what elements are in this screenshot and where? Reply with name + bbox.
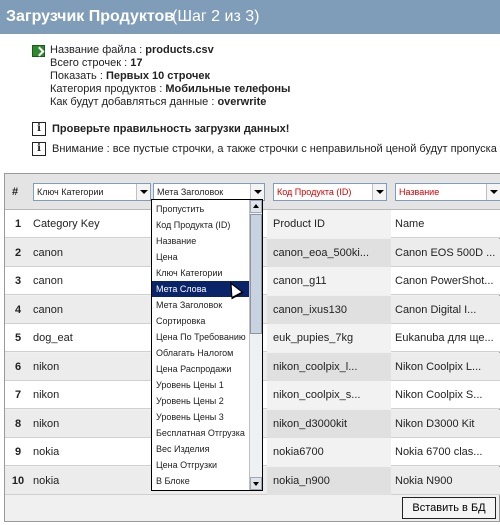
dropdown-option[interactable]: Цена Распродажи bbox=[152, 361, 250, 377]
scrollbar-thumb[interactable] bbox=[250, 214, 262, 334]
dropdown-option[interactable]: Бесплатная Отгрузка bbox=[152, 425, 250, 441]
category-key-cell: canon bbox=[33, 303, 63, 316]
dropdown-option[interactable]: Сортировка bbox=[152, 313, 250, 329]
product-name-cell: Nikon Coolpix L... bbox=[395, 360, 482, 373]
row-number: 1 bbox=[14, 218, 22, 230]
product-name-cell: Name bbox=[395, 218, 425, 230]
dropdown-option[interactable]: Облагать Налогом bbox=[152, 345, 250, 361]
insert-into-db-button[interactable]: Вставить в БД bbox=[402, 497, 496, 519]
category-value: Мобильные телефоны bbox=[165, 83, 291, 95]
product-id-cell: nikon_d3000kit bbox=[273, 417, 348, 430]
show-value: Первых 10 строчек bbox=[105, 70, 210, 82]
category-key-cell: nikon bbox=[33, 389, 60, 401]
product-id-cell: nokia6700 bbox=[273, 446, 324, 458]
column-select-1-value: Ключ Категории bbox=[37, 187, 104, 197]
column-select-4[interactable]: Название bbox=[395, 183, 500, 201]
product-id-cell: nikon_coolpix_l... bbox=[273, 360, 358, 373]
category-key-cell: nikon bbox=[33, 417, 60, 430]
category-key-cell: Category Key bbox=[33, 218, 100, 230]
category-row: Категория продуктов : Мобильные телефоны bbox=[50, 83, 290, 96]
filename-value: products.csv bbox=[145, 44, 214, 56]
warning-notice-text: Внимание : все пустые строчки, а также с… bbox=[52, 143, 497, 155]
category-key-cell: nikon bbox=[33, 360, 60, 373]
dropdown-option[interactable]: Цена По Требованию bbox=[152, 329, 250, 345]
product-name-cell: Canon Digital I... bbox=[395, 303, 477, 316]
dropdown-option[interactable]: В Блоке bbox=[152, 473, 250, 489]
product-id-cell: Product ID bbox=[273, 218, 325, 230]
product-name-cell: Canon EOS 500D ... bbox=[395, 246, 496, 259]
product-name-cell: Canon PowerShot... bbox=[395, 275, 494, 287]
total-rows-label: Всего строчек : bbox=[50, 57, 128, 69]
info-icon: i bbox=[32, 122, 46, 136]
column-options-dropdown[interactable]: Пропустить Код Продукта (ID) Название Цена К… bbox=[151, 199, 263, 491]
dropdown-option[interactable]: Уровень Цены 2 bbox=[152, 393, 250, 409]
category-key-cell: dog_eat bbox=[33, 332, 73, 344]
chevron-down-icon[interactable] bbox=[486, 184, 500, 200]
dropdown-option[interactable]: Код Продукта (ID) bbox=[152, 217, 250, 233]
show-label: Показать : bbox=[50, 70, 103, 82]
category-label: Категория продуктов : bbox=[50, 83, 163, 95]
product-id-cell: nikon_coolpix_s... bbox=[273, 389, 361, 401]
dropdown-option[interactable]: Уровень Цены 3 bbox=[152, 409, 250, 425]
column-select-3-value: Код Продукта (ID) bbox=[277, 187, 352, 197]
total-rows-row: Всего строчек : 17 bbox=[50, 57, 143, 70]
column-select-3[interactable]: Код Продукта (ID) bbox=[273, 183, 387, 201]
row-number-header: # bbox=[12, 186, 19, 198]
row-number: 5 bbox=[14, 332, 22, 344]
product-id-cell: nokia_n900 bbox=[273, 474, 330, 487]
row-number: 10 bbox=[11, 474, 25, 487]
total-rows-value: 17 bbox=[130, 57, 143, 69]
show-row: Показать : Первых 10 строчек bbox=[50, 70, 210, 83]
filename-row: Название файла : products.csv bbox=[50, 44, 214, 57]
dropdown-scrollbar[interactable] bbox=[249, 200, 262, 490]
check-notice-text: Проверьте правильность загрузки данных! bbox=[52, 123, 290, 135]
product-id-cell: canon_ixus130 bbox=[273, 303, 348, 316]
chevron-down-icon[interactable] bbox=[372, 184, 386, 200]
page-title: Загрузчик Продуктов bbox=[6, 8, 175, 25]
csv-file-icon bbox=[32, 45, 45, 57]
dropdown-option[interactable]: Цена bbox=[152, 249, 250, 265]
row-number: 4 bbox=[14, 303, 22, 316]
row-number: 9 bbox=[14, 446, 22, 458]
category-key-cell: nokia bbox=[33, 446, 60, 458]
dropdown-option[interactable]: Цена Отгрузки bbox=[152, 457, 250, 473]
product-id-cell: canon_g11 bbox=[273, 275, 327, 287]
category-key-cell: canon bbox=[33, 275, 63, 287]
product-id-cell: euk_pupies_7kg bbox=[273, 332, 354, 344]
row-number: 3 bbox=[14, 275, 22, 287]
column-select-2-value: Мета Заголовок bbox=[157, 187, 224, 197]
dropdown-option[interactable]: Уровень Цены 1 bbox=[152, 377, 250, 393]
product-id-cell: canon_eoa_500ki... bbox=[273, 246, 370, 259]
product-name-cell: Nokia N900 bbox=[395, 474, 453, 487]
product-name-cell: Nokia 6700 clas... bbox=[395, 446, 483, 458]
mode-row: Как будут добавляться данные : overwrite bbox=[50, 96, 266, 109]
row-number: 7 bbox=[14, 389, 22, 401]
dropdown-option[interactable]: Пропустить bbox=[152, 201, 250, 217]
dropdown-option[interactable]: Мета Заголовок bbox=[152, 297, 250, 313]
mode-value: overwrite bbox=[217, 96, 267, 108]
dropdown-option[interactable]: Вес Изделия bbox=[152, 441, 250, 457]
mode-label: Как будут добавляться данные : bbox=[50, 96, 215, 108]
row-number: 6 bbox=[14, 360, 22, 373]
dropdown-option[interactable]: Название bbox=[152, 233, 250, 249]
row-number: 2 bbox=[14, 246, 22, 259]
product-name-cell: Eukanuba для ще... bbox=[395, 332, 494, 344]
step-indicator: (Шаг 2 из 3) bbox=[172, 8, 260, 25]
column-select-4-value: Название bbox=[399, 187, 440, 197]
row-number: 8 bbox=[14, 417, 22, 430]
category-key-cell: canon bbox=[33, 246, 63, 259]
filename-label: Название файла : bbox=[50, 44, 143, 56]
chevron-down-icon[interactable] bbox=[250, 184, 264, 200]
info-icon: i bbox=[32, 142, 46, 156]
page-titlebar: Загрузчик Продуктов (Шаг 2 из 3) bbox=[0, 0, 500, 34]
chevron-down-icon[interactable] bbox=[136, 184, 150, 200]
category-key-cell: nokia bbox=[33, 474, 60, 487]
scroll-down-icon[interactable] bbox=[250, 477, 262, 490]
scroll-up-icon[interactable] bbox=[250, 200, 262, 213]
product-name-cell: Nikon D3000 Kit bbox=[395, 417, 475, 430]
product-name-cell: Nikon Coolpix S... bbox=[395, 389, 483, 401]
column-select-1[interactable]: Ключ Категории bbox=[33, 183, 151, 201]
